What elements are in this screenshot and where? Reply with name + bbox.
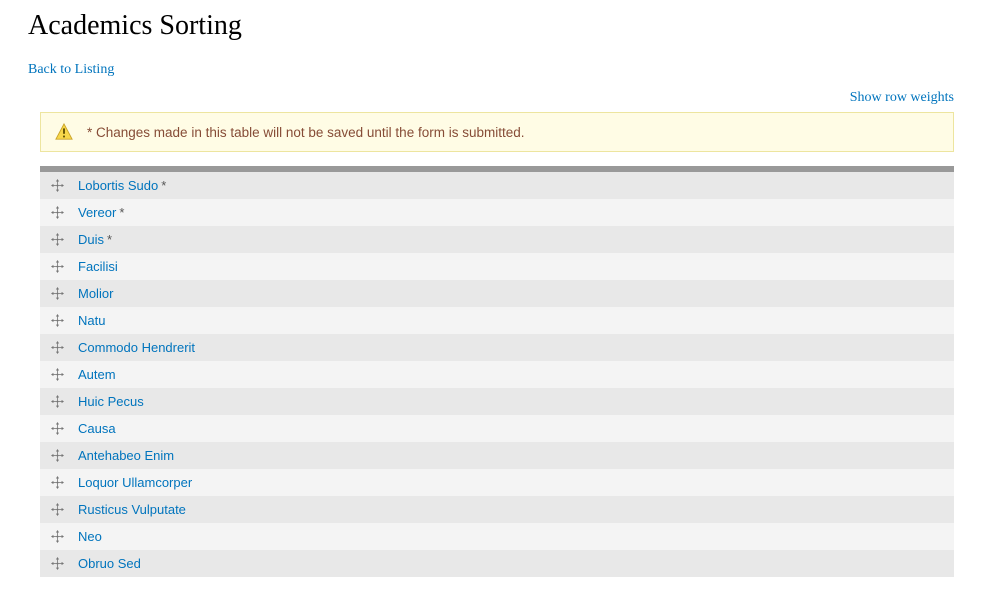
warning-text: * Changes made in this table will not be… xyxy=(87,125,524,140)
table-row[interactable]: Molior xyxy=(40,280,954,307)
drag-handle-icon[interactable] xyxy=(50,476,64,490)
row-link[interactable]: Rusticus Vulputate xyxy=(78,502,186,517)
row-link[interactable]: Commodo Hendrerit xyxy=(78,340,195,355)
row-link[interactable]: Molior xyxy=(78,286,113,301)
table-row[interactable]: Vereor* xyxy=(40,199,954,226)
drag-handle-icon[interactable] xyxy=(50,233,64,247)
row-link[interactable]: Duis xyxy=(78,232,104,247)
drag-handle-icon[interactable] xyxy=(50,179,64,193)
row-link[interactable]: Loquor Ullamcorper xyxy=(78,475,192,490)
drag-handle-icon[interactable] xyxy=(50,395,64,409)
drag-handle-icon[interactable] xyxy=(50,503,64,517)
table-row[interactable]: Antehabeo Enim xyxy=(40,442,954,469)
table-row[interactable]: Obruo Sed xyxy=(40,550,954,577)
row-link[interactable]: Lobortis Sudo xyxy=(78,178,158,193)
drag-handle-icon[interactable] xyxy=(50,449,64,463)
drag-handle-icon[interactable] xyxy=(50,206,64,220)
drag-handle-icon[interactable] xyxy=(50,557,64,571)
table-row[interactable]: Rusticus Vulputate xyxy=(40,496,954,523)
table-row[interactable]: Loquor Ullamcorper xyxy=(40,469,954,496)
table-row[interactable]: Lobortis Sudo* xyxy=(40,172,954,199)
table-row[interactable]: Duis* xyxy=(40,226,954,253)
row-link[interactable]: Huic Pecus xyxy=(78,394,144,409)
drag-handle-icon[interactable] xyxy=(50,314,64,328)
drag-handle-icon[interactable] xyxy=(50,422,64,436)
changed-indicator: * xyxy=(161,178,166,193)
row-link[interactable]: Autem xyxy=(78,367,116,382)
table-row[interactable]: Facilisi xyxy=(40,253,954,280)
drag-handle-icon[interactable] xyxy=(50,341,64,355)
table-row[interactable]: Causa xyxy=(40,415,954,442)
drag-handle-icon[interactable] xyxy=(50,287,64,301)
row-link[interactable]: Obruo Sed xyxy=(78,556,141,571)
table-row[interactable]: Commodo Hendrerit xyxy=(40,334,954,361)
sortable-rows-container: Lobortis Sudo*Vereor*Duis*FacilisiMolior… xyxy=(40,172,954,577)
row-link[interactable]: Causa xyxy=(78,421,116,436)
changed-indicator: * xyxy=(107,232,112,247)
row-link[interactable]: Vereor xyxy=(78,205,116,220)
table-row[interactable]: Neo xyxy=(40,523,954,550)
row-link[interactable]: Antehabeo Enim xyxy=(78,448,174,463)
table-row[interactable]: Autem xyxy=(40,361,954,388)
table-row[interactable]: Huic Pecus xyxy=(40,388,954,415)
drag-handle-icon[interactable] xyxy=(50,530,64,544)
show-row-weights-link[interactable]: Show row weights xyxy=(850,90,954,105)
page-title: Academics Sorting xyxy=(28,10,954,42)
warning-message: * Changes made in this table will not be… xyxy=(40,112,954,152)
row-link[interactable]: Natu xyxy=(78,313,105,328)
drag-handle-icon[interactable] xyxy=(50,260,64,274)
table-row[interactable]: Natu xyxy=(40,307,954,334)
warning-icon xyxy=(55,123,73,141)
changed-indicator: * xyxy=(119,205,124,220)
drag-handle-icon[interactable] xyxy=(50,368,64,382)
row-link[interactable]: Neo xyxy=(78,529,102,544)
row-link[interactable]: Facilisi xyxy=(78,259,118,274)
back-to-listing-link[interactable]: Back to Listing xyxy=(28,62,114,78)
